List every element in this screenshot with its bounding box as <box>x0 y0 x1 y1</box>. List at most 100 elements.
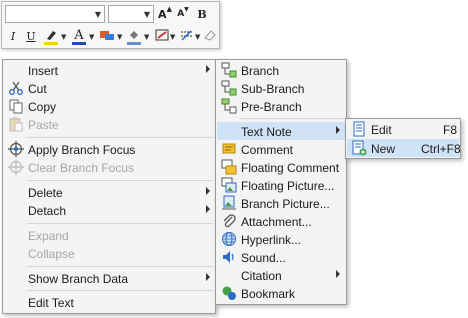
chevron-down-icon: ▼ <box>144 33 150 41</box>
note-edit-icon <box>353 121 365 137</box>
sub-branch-icon <box>221 80 237 96</box>
menu-item-label: Bookmark <box>241 287 296 301</box>
menu-item-label: Insert <box>28 64 59 78</box>
menu-item-cut[interactable]: Cut <box>4 79 215 97</box>
bold-button[interactable]: B <box>193 5 211 23</box>
menu-item-hyperlink[interactable]: Hyperlink... <box>217 230 345 248</box>
shrink-font-button[interactable]: A ▼ <box>174 5 192 23</box>
font-family-combo[interactable]: ▼ <box>5 5 105 23</box>
chevron-down-icon: ▼ <box>94 10 101 19</box>
pre-branch-icon <box>221 98 237 114</box>
eraser-icon <box>204 30 216 41</box>
menu-item-label: Cut <box>28 82 47 96</box>
paste-icon <box>9 117 23 132</box>
menu-item-delete[interactable]: Delete <box>4 183 215 201</box>
paint-bucket-icon <box>130 31 138 39</box>
chevron-down-icon: ▼ <box>61 33 67 41</box>
note-new-icon <box>352 140 367 156</box>
menu-item-text-note[interactable]: Text Note <box>217 122 345 140</box>
shape-fill-button[interactable] <box>98 26 116 44</box>
menu-item-label: Clear Branch Focus <box>28 161 135 175</box>
insert-submenu: Branch Sub-Branch Pre-Branch Text Note C… <box>215 59 347 305</box>
menu-item-label: Edit <box>371 123 392 137</box>
submenu-arrow-icon <box>206 273 210 281</box>
floating-comment-icon <box>221 159 237 175</box>
menu-item-expand[interactable]: Expand <box>4 226 215 244</box>
menu-item-edit-text[interactable]: Edit Text <box>4 293 215 311</box>
menu-item-citation[interactable]: Citation <box>217 266 345 284</box>
text-note-submenu: Edit F8 New Ctrl+F8 <box>345 118 461 159</box>
submenu-arrow-icon <box>206 205 210 213</box>
menu-item-label: Attachment... <box>241 215 312 229</box>
menu-item-edit-note[interactable]: Edit F8 <box>347 120 459 138</box>
shrink-font-icon: A <box>177 9 185 19</box>
paperclip-icon <box>223 214 236 228</box>
grow-font-button[interactable]: A ▲ <box>156 5 174 23</box>
menu-separator <box>27 180 213 181</box>
menu-item-copy[interactable]: Copy <box>4 97 215 115</box>
line-style-icon <box>181 30 193 41</box>
menu-item-label: Sound... <box>241 251 286 265</box>
menu-separator <box>27 137 213 138</box>
menu-item-label: New <box>371 142 396 156</box>
chevron-down-icon: ▼ <box>143 10 150 19</box>
shape-fill-icon <box>100 31 114 40</box>
menu-item-insert[interactable]: Insert <box>4 61 215 79</box>
menu-item-new-note[interactable]: New Ctrl+F8 <box>347 139 461 157</box>
menu-item-branch[interactable]: Branch <box>217 61 345 79</box>
menu-item-paste[interactable]: Paste <box>4 115 215 133</box>
menu-item-label: Floating Picture... <box>241 179 335 193</box>
menu-item-label: Branch <box>241 64 280 78</box>
clear-format-button[interactable] <box>201 26 219 44</box>
menu-item-branch-picture[interactable]: Branch Picture... <box>217 194 345 212</box>
clear-focus-icon <box>8 159 24 175</box>
comment-icon <box>222 143 236 154</box>
shortcut-label: Ctrl+F8 <box>421 142 461 156</box>
font-size-combo[interactable]: ▼ <box>108 5 154 23</box>
menu-item-label: Edit Text <box>28 296 74 310</box>
underline-icon: U <box>26 29 36 43</box>
menu-item-label: Comment <box>241 143 294 157</box>
menu-item-clear-branch-focus[interactable]: Clear Branch Focus <box>4 158 215 176</box>
menu-item-show-branch-data[interactable]: Show Branch Data <box>4 269 215 287</box>
italic-button[interactable]: I <box>4 27 22 45</box>
submenu-arrow-icon <box>336 270 340 278</box>
menu-item-sound[interactable]: Sound... <box>217 248 345 266</box>
menu-item-sub-branch[interactable]: Sub-Branch <box>217 79 345 97</box>
branch-icon <box>221 62 237 78</box>
shortcut-label: F8 <box>443 123 458 137</box>
context-menu: Insert Cut Copy Paste Apply Branch Focus… <box>2 59 216 314</box>
menu-item-label: Detach <box>28 204 67 218</box>
globe-icon <box>222 232 236 246</box>
menu-item-label: Hyperlink... <box>241 233 302 247</box>
menu-item-label: Show Branch Data <box>28 272 129 286</box>
menu-item-floating-comment[interactable]: Floating Comment <box>217 158 345 176</box>
font-color-swatch <box>72 42 86 45</box>
line-color-button[interactable] <box>153 26 171 44</box>
line-style-button[interactable] <box>178 26 196 44</box>
menu-item-label: Delete <box>28 186 63 200</box>
menu-item-label: Paste <box>28 118 59 132</box>
menu-item-pre-branch[interactable]: Pre-Branch <box>217 97 345 115</box>
menu-item-detach[interactable]: Detach <box>4 201 215 219</box>
menu-item-attachment[interactable]: Attachment... <box>217 212 345 230</box>
menu-item-label: Text Note <box>241 125 292 139</box>
underline-button[interactable]: U <box>22 27 40 45</box>
copy-icon <box>9 99 23 114</box>
menu-item-floating-picture[interactable]: Floating Picture... <box>217 176 345 194</box>
menu-item-apply-branch-focus[interactable]: Apply Branch Focus <box>4 140 215 158</box>
mini-format-toolbar: ▼ ▼ A ▲ A ▼ B I U ▼ A ▼ ▼ ▼ ▼ ▼ <box>1 1 220 49</box>
line-color-icon <box>155 29 169 41</box>
bold-icon: B <box>197 7 207 21</box>
menu-item-label: Citation <box>241 269 282 283</box>
focus-icon <box>8 141 24 157</box>
menu-separator <box>27 223 213 224</box>
menu-item-comment[interactable]: Comment <box>217 140 345 158</box>
menu-item-label: Copy <box>28 100 57 114</box>
menu-item-bookmark[interactable]: Bookmark <box>217 284 345 302</box>
menu-item-collapse[interactable]: Collapse <box>4 244 215 262</box>
submenu-arrow-icon <box>206 187 210 195</box>
highlight-color-swatch <box>44 42 58 45</box>
submenu-arrow-icon <box>206 65 210 73</box>
floating-picture-icon <box>221 177 237 193</box>
